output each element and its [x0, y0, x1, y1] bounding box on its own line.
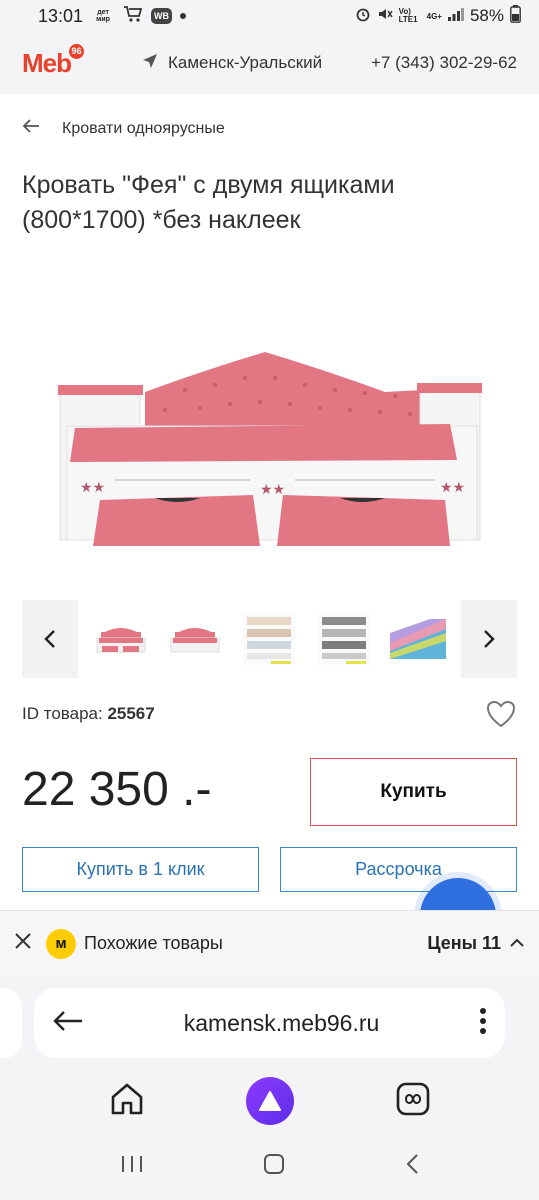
product-image[interactable]: ★★ ★★ ★★ [55, 330, 485, 555]
status-bar: 13:01 дет мир WB Vo) LTE1 4G+ 58% [0, 0, 539, 32]
svg-text:★★: ★★ [260, 482, 285, 498]
address-bar[interactable]: kamensk.meb96.ru [34, 988, 505, 1058]
city-name: Каменск-Уральский [168, 53, 323, 72]
battery-icon [510, 4, 521, 28]
system-back-icon[interactable] [405, 1153, 419, 1180]
product-id-label: ID товара: [22, 704, 103, 723]
status-time: 13:01 [38, 5, 84, 26]
network-lte-label: Vo) LTE1 [398, 7, 418, 24]
network-4g-label: 4G+ [426, 11, 442, 21]
gallery-prev-button[interactable] [22, 600, 78, 678]
phone-link[interactable]: +7 (343) 302-29-62 [371, 53, 517, 73]
back-arrow-icon[interactable] [52, 1010, 84, 1037]
close-icon[interactable] [14, 932, 32, 955]
alarm-icon [355, 6, 371, 27]
gallery-next-button[interactable] [461, 600, 517, 678]
product-id: ID товара: 25567 [22, 704, 155, 724]
battery-level: 58% [469, 6, 504, 25]
notification-dot-icon [180, 13, 187, 19]
gallery-thumbnails [22, 600, 517, 678]
wb-app-icon: WB [151, 8, 173, 24]
thumbnail-2[interactable] [164, 611, 226, 667]
mute-icon [377, 6, 393, 27]
recent-apps-icon[interactable] [120, 1154, 144, 1179]
thumbnail-5[interactable] [387, 611, 449, 667]
svg-text:★★: ★★ [80, 480, 105, 496]
buy-button[interactable]: Купить [310, 758, 517, 826]
city-selector[interactable]: Каменск-Уральский [142, 53, 322, 74]
similar-products-label[interactable]: Похожие товары [84, 933, 223, 954]
logo-badge: 96 [69, 43, 84, 59]
product-title: Кровать "Фея" с двумя ящиками (800*1700)… [22, 171, 395, 234]
alice-assistant-icon[interactable] [246, 1077, 295, 1125]
similar-products-bar[interactable]: м Похожие товары Цены 11 [0, 910, 539, 976]
breadcrumb[interactable]: Кровати одноярусные [22, 118, 225, 139]
url-text[interactable]: kamensk.meb96.ru [84, 1010, 479, 1037]
system-navigation-bar [0, 1144, 539, 1188]
more-vert-icon[interactable] [479, 1007, 487, 1040]
logo-text: Meb [22, 47, 72, 78]
yandex-market-logo: м [46, 928, 76, 959]
favorite-heart-icon[interactable] [486, 700, 516, 733]
detmir-app-icon: дет мир [96, 9, 110, 23]
back-arrow-icon[interactable] [22, 118, 40, 139]
cart-icon [123, 5, 143, 28]
signal-icon [447, 6, 464, 26]
buy-one-click-button[interactable]: Купить в 1 клик [22, 847, 259, 892]
svg-text:★★: ★★ [440, 480, 465, 496]
product-id-value: 25567 [107, 704, 155, 723]
site-header: Meb 96 Каменск-Уральский +7 (343) 302-29… [0, 32, 539, 94]
breadcrumb-category[interactable]: Кровати одноярусные [62, 120, 225, 138]
thumbnail-1[interactable] [90, 611, 152, 667]
prices-text: Цены [427, 933, 477, 953]
chevron-right-icon [484, 630, 495, 648]
prices-count: 11 [481, 933, 501, 953]
chevron-up-icon[interactable] [509, 935, 525, 953]
thumbnail-4[interactable] [313, 611, 375, 667]
thumbnail-3[interactable] [238, 611, 300, 667]
product-price: 22 350 .- [22, 763, 212, 816]
chevron-left-icon [44, 630, 55, 648]
tabs-icon[interactable] [396, 1082, 430, 1121]
home-icon[interactable] [109, 1082, 145, 1121]
location-arrow-icon [142, 53, 158, 74]
prices-label[interactable]: Цены 11 [427, 933, 501, 954]
browser-bottom-nav [0, 1076, 539, 1126]
previous-tab-card[interactable] [0, 988, 22, 1058]
site-logo[interactable]: Meb 96 [22, 43, 84, 79]
home-button-icon[interactable] [263, 1153, 285, 1180]
